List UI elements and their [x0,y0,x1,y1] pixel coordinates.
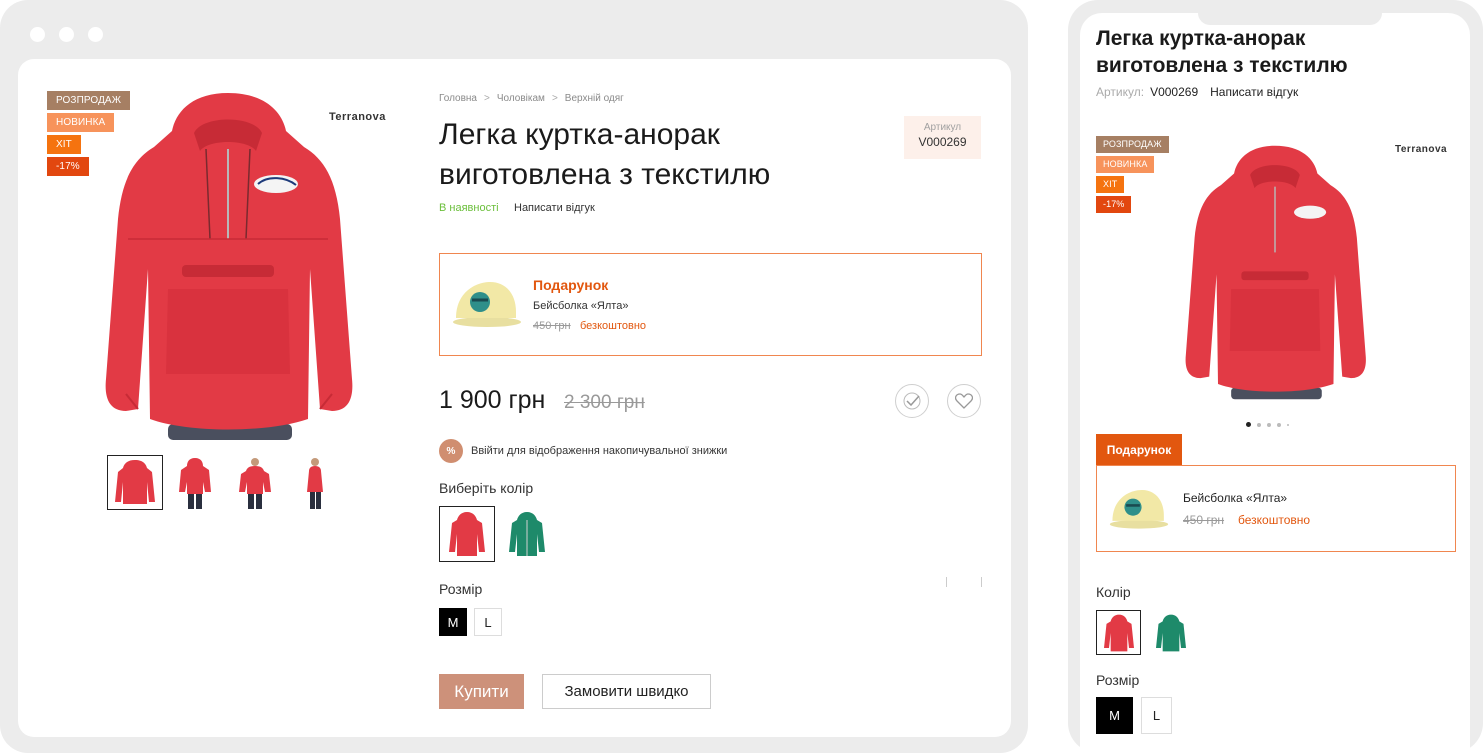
breadcrumb-outerwear[interactable]: Верхній одяг [565,93,624,104]
cap-icon [452,278,522,333]
percent-icon: % [439,439,463,463]
mobile-badge-new: НОВИНКА [1096,156,1155,173]
size-l-button[interactable]: L [474,608,502,636]
mobile-product-image[interactable] [1180,135,1370,410]
mobile-gift-tab: Подарунок [1096,434,1182,465]
carousel-dot-4[interactable] [1277,422,1281,427]
carousel-dot-2[interactable] [1257,422,1261,427]
mobile-gift-old-price: 450 грн [1183,513,1225,527]
sku-value: V000269 [918,135,967,149]
mobile-sku-row: Артикул: V000269 Написати відгук [1096,85,1298,99]
color-swatch-green[interactable] [499,506,555,562]
mobile-size-label: Розмір [1096,672,1140,688]
phone-notch [1198,13,1382,25]
mobile-product-badges: РОЗПРОДАЖ НОВИНКА ХІТ -17% [1096,136,1169,213]
current-price: 1 900 грн [439,386,546,414]
carousel-dot-5[interactable] [1287,423,1289,426]
carousel-dot-3[interactable] [1267,422,1271,427]
badge-new: НОВИНКА [47,113,115,132]
mobile-color-label: Колір [1096,584,1131,600]
mobile-phone-frame: Легка куртка-анорак виготовлена з тексти… [1068,0,1483,753]
compare-button[interactable] [895,384,929,418]
thumbnail-3[interactable] [227,455,283,510]
old-price: 2 300 грн [564,392,645,413]
mobile-badge-discount: -17% [1096,196,1132,213]
mobile-badge-hit: ХІТ [1096,176,1125,193]
thumbnail-4[interactable] [287,455,343,510]
mobile-page: Легка куртка-анорак виготовлена з тексти… [1080,13,1470,753]
mobile-sku-value: V000269 [1150,85,1199,99]
breadcrumb-men[interactable]: Чоловікам [497,93,545,104]
thumbnail-strip [107,455,343,510]
mobile-color-swatch-red[interactable] [1096,610,1141,655]
mobile-size-l-button[interactable]: L [1141,697,1172,734]
sku-label: Артикул [923,122,962,133]
product-title: Легка куртка-анорак виготовлена з тексти… [439,118,771,191]
size-m-button[interactable]: M [439,608,467,636]
gift-old-price: 450 грн [533,320,571,332]
quick-order-button[interactable]: Замовити швидко [542,674,711,709]
cap-icon [1109,486,1169,535]
carousel-dot-1[interactable] [1246,422,1251,427]
window-dot-maximize[interactable] [88,27,103,42]
product-main-image[interactable] [98,89,358,444]
breadcrumb: Головна > Чоловікам > Верхній одяг [439,93,624,104]
chevron-right-icon: > [484,93,490,104]
buy-button[interactable]: Купити [439,674,524,709]
write-review-link[interactable]: Написати відгук [514,202,595,214]
mobile-brand-logo: Terranova [1395,144,1448,155]
stock-status: В наявності [439,202,499,214]
gift-title: Подарунок [533,277,609,293]
chevron-right-icon: > [551,93,558,104]
mobile-write-review-link[interactable]: Написати відгук [1210,85,1298,99]
mobile-gift-free-label: безкоштовно [1238,513,1311,527]
loyalty-text[interactable]: Ввійти для відображення накопичувальної … [471,445,727,457]
loyalty-discount[interactable]: % Ввійти для відображення накопичувально… [439,439,727,463]
gift-free-label: безкоштовно [580,320,647,332]
mobile-gift-box: Бейсболка «Ялта» 450 грн безкоштовно [1096,465,1456,552]
badge-hit: ХІТ [47,135,81,154]
size-label: Розмір [439,581,483,597]
badge-discount: -17% [47,157,89,176]
mobile-sku-label: Артикул: [1096,85,1145,99]
mobile-badge-sale: РОЗПРОДАЖ [1096,136,1169,153]
color-label: Виберіть колір [439,480,534,496]
window-dot-close[interactable] [30,27,45,42]
color-swatch-red[interactable] [439,506,495,562]
window-controls [30,27,103,42]
desktop-page: РОЗПРОДАЖ НОВИНКА ХІТ -17% Terranova Гол… [18,59,1011,737]
gift-name: Бейсболка «Ялта» [533,300,629,312]
desktop-browser-frame: РОЗПРОДАЖ НОВИНКА ХІТ -17% Terranova Гол… [0,0,1028,753]
sku-box: Артикул V000269 [904,116,981,159]
gift-box: Подарунок Бейсболка «Ялта» 450 грн безко… [439,253,982,356]
thumbnail-1[interactable] [107,455,163,510]
divider-ticks [946,577,982,587]
mobile-gift-name: Бейсболка «Ялта» [1183,491,1288,505]
heart-icon [955,393,973,409]
carousel-dots [1246,422,1289,427]
check-circle-icon [903,392,921,410]
mobile-product-title: Легка куртка-анорак виготовлена з тексти… [1096,27,1348,77]
badge-sale: РОЗПРОДАЖ [47,91,131,110]
mobile-size-m-button[interactable]: M [1096,697,1133,734]
breadcrumb-home[interactable]: Головна [439,93,477,104]
product-badges: РОЗПРОДАЖ НОВИНКА ХІТ -17% [47,91,131,176]
thumbnail-2[interactable] [167,455,223,510]
wishlist-button[interactable] [947,384,981,418]
window-dot-minimize[interactable] [59,27,74,42]
mobile-color-swatch-green[interactable] [1148,610,1193,655]
